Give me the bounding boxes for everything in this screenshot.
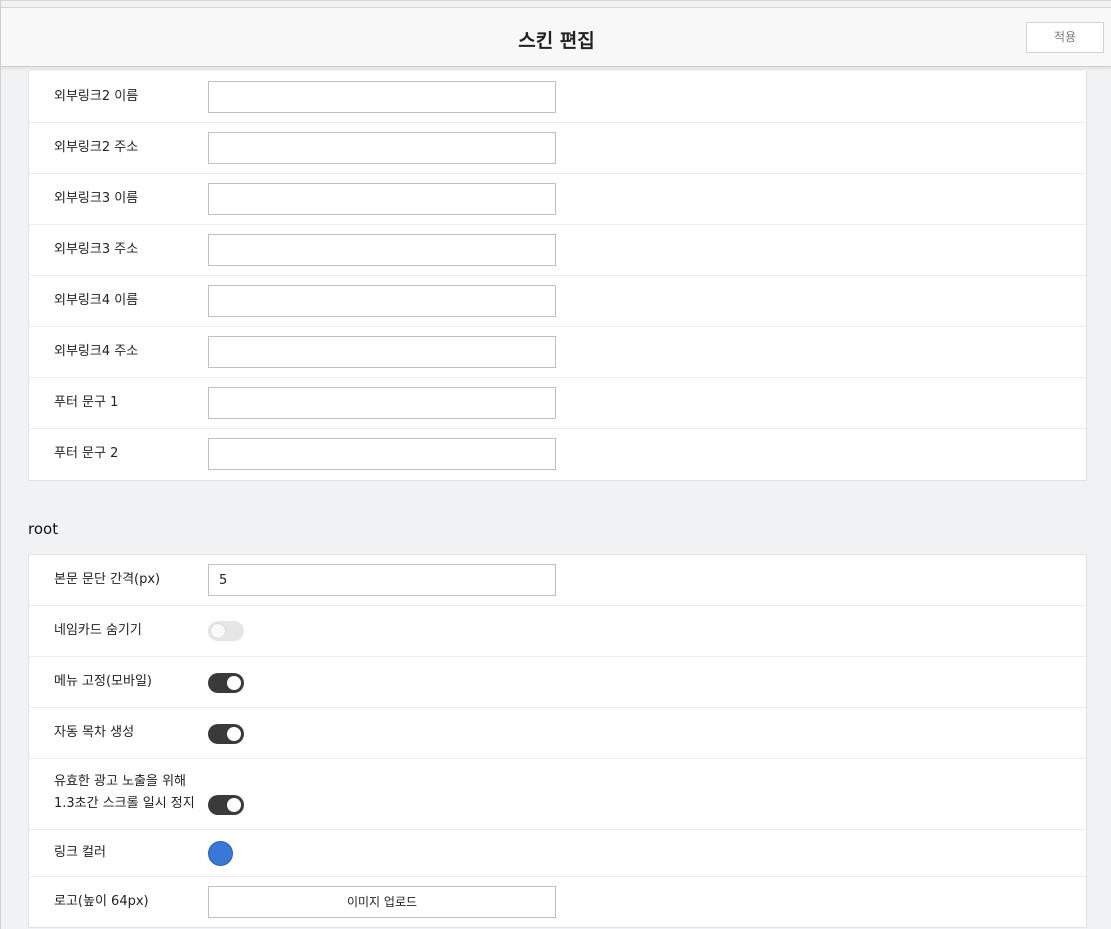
toggle-knob bbox=[227, 798, 241, 812]
setting-label: 본문 문단 간격(px) bbox=[54, 572, 161, 587]
footer-text1-input[interactable] bbox=[208, 387, 556, 419]
setting-row: 외부링크3 이름 bbox=[29, 174, 1086, 225]
root-panel: 본문 문단 간격(px) 네임카드 숨기기 메뉴 고정(모바일) 자동 목차 생… bbox=[28, 554, 1087, 928]
setting-label: 외부링크4 이름 bbox=[54, 293, 139, 308]
toggle-knob bbox=[227, 727, 241, 741]
setting-row: 유효한 광고 노출을 위해 1.3초간 스크롤 일시 정지 bbox=[29, 759, 1086, 830]
setting-label: 링크 컬러 bbox=[54, 845, 106, 860]
setting-row: 자동 목차 생성 bbox=[29, 708, 1086, 759]
setting-label: 외부링크2 이름 bbox=[54, 89, 139, 104]
setting-label: 푸터 문구 1 bbox=[54, 395, 119, 410]
setting-label: 1.3초간 스크롤 일시 정지 bbox=[54, 796, 195, 811]
setting-label: 푸터 문구 2 bbox=[54, 446, 119, 461]
hide-namecard-toggle[interactable] bbox=[208, 621, 244, 641]
setting-row: 외부링크3 주소 bbox=[29, 225, 1086, 276]
links-panel: 외부링크2 이름 외부링크2 주소 외부링크3 이름 외부링크3 주소 외부링크… bbox=[28, 71, 1087, 481]
setting-label: 자동 목차 생성 bbox=[54, 725, 135, 740]
auto-toc-toggle[interactable] bbox=[208, 724, 244, 744]
setting-label: 외부링크3 주소 bbox=[54, 242, 139, 257]
link-color-swatch[interactable] bbox=[208, 841, 233, 866]
external-link2-url-input[interactable] bbox=[208, 132, 556, 164]
setting-label: 네임카드 숨기기 bbox=[54, 623, 142, 638]
setting-label: 외부링크2 주소 bbox=[54, 140, 139, 155]
logo-upload-button[interactable]: 이미지 업로드 bbox=[208, 886, 556, 918]
external-link2-name-input[interactable] bbox=[208, 81, 556, 113]
setting-row: 외부링크4 주소 bbox=[29, 327, 1086, 378]
setting-label: 메뉴 고정(모바일) bbox=[54, 674, 152, 689]
setting-row: 외부링크2 주소 bbox=[29, 123, 1086, 174]
setting-label: 로고(높이 64px) bbox=[54, 894, 149, 909]
setting-row: 링크 컬러 bbox=[29, 830, 1086, 877]
apply-button[interactable]: 적용 bbox=[1026, 22, 1104, 53]
setting-label: 유효한 광고 노출을 위해 bbox=[54, 774, 186, 789]
external-link4-name-input[interactable] bbox=[208, 285, 556, 317]
setting-row: 메뉴 고정(모바일) bbox=[29, 657, 1086, 708]
setting-row: 본문 문단 간격(px) bbox=[29, 555, 1086, 606]
setting-label: 외부링크4 주소 bbox=[54, 344, 139, 359]
setting-row: 푸터 문구 2 bbox=[29, 429, 1086, 480]
setting-row: 푸터 문구 1 bbox=[29, 378, 1086, 429]
setting-row: 네임카드 숨기기 bbox=[29, 606, 1086, 657]
skin-editor-window: 스킨 편집 적용 외부링크2 이름 외부링크2 주소 외부링크3 이름 외부링크… bbox=[0, 0, 1111, 929]
paragraph-spacing-input[interactable] bbox=[208, 564, 556, 596]
external-link3-url-input[interactable] bbox=[208, 234, 556, 266]
toggle-knob bbox=[227, 676, 241, 690]
setting-row: 외부링크4 이름 bbox=[29, 276, 1086, 327]
external-link3-name-input[interactable] bbox=[208, 183, 556, 215]
top-bar: 스킨 편집 적용 bbox=[1, 7, 1111, 67]
external-link4-url-input[interactable] bbox=[208, 336, 556, 368]
footer-text2-input[interactable] bbox=[208, 438, 556, 470]
fixed-menu-mobile-toggle[interactable] bbox=[208, 673, 244, 693]
scroll-pause-toggle[interactable] bbox=[208, 795, 244, 815]
toggle-knob bbox=[211, 624, 225, 638]
setting-row: 로고(높이 64px) 이미지 업로드 bbox=[29, 877, 1086, 929]
page-title: 스킨 편집 bbox=[518, 30, 595, 52]
section-title-root: root bbox=[28, 520, 59, 538]
setting-row: 외부링크2 이름 bbox=[29, 71, 1086, 123]
setting-label: 외부링크3 이름 bbox=[54, 191, 139, 206]
